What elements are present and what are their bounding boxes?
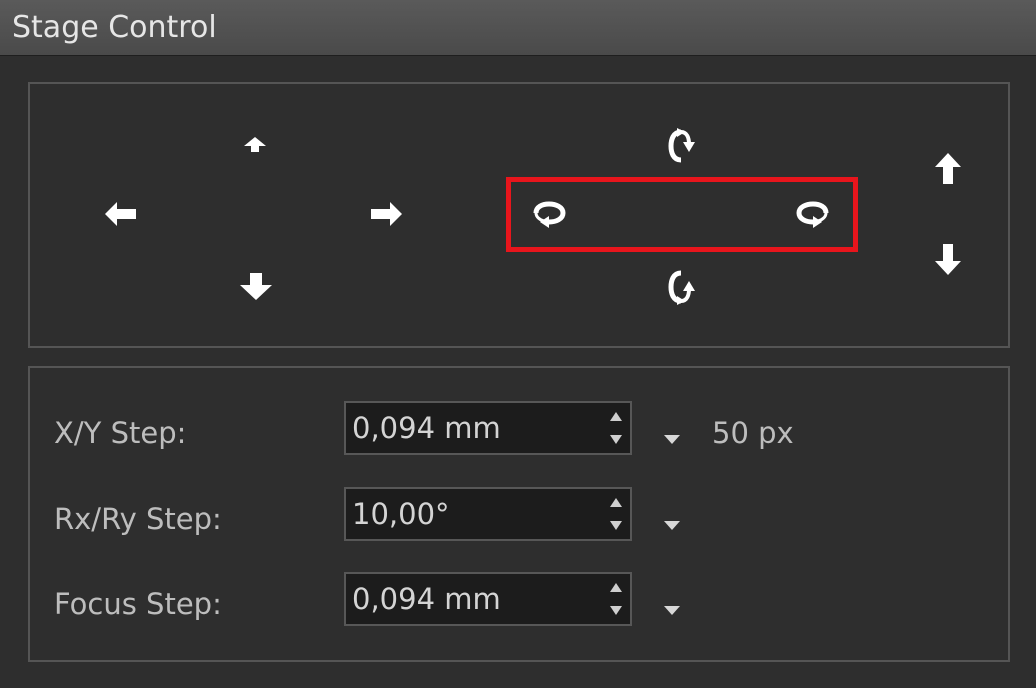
focus-up-button[interactable] bbox=[934, 152, 962, 186]
move-down-button[interactable] bbox=[238, 271, 274, 301]
rxry-step-spinbox[interactable]: 10,00° bbox=[344, 487, 632, 541]
rxry-step-dropdown-icon[interactable] bbox=[661, 518, 683, 532]
arrow-right-icon bbox=[371, 202, 402, 226]
spin-up-icon[interactable] bbox=[606, 578, 626, 598]
focus-down-button[interactable] bbox=[934, 242, 962, 276]
xy-step-pixel-value: 50 px bbox=[712, 416, 794, 450]
title-bar: Stage Control bbox=[0, 0, 1036, 56]
arrow-down-icon bbox=[240, 273, 272, 300]
move-up-button[interactable] bbox=[242, 136, 268, 154]
arrow-left-icon bbox=[105, 202, 136, 226]
rotate-ccw-vertical-icon bbox=[668, 270, 695, 305]
spin-down-icon[interactable] bbox=[606, 600, 626, 620]
move-right-button[interactable] bbox=[369, 201, 403, 227]
spin-up-icon[interactable] bbox=[606, 493, 626, 513]
xy-step-spinbox[interactable]: 0,094 mm bbox=[344, 401, 632, 455]
highlight-rectangle bbox=[506, 177, 858, 252]
focus-step-label: Focus Step: bbox=[54, 587, 222, 621]
arrow-up-icon bbox=[935, 153, 961, 184]
arrow-down-icon bbox=[935, 244, 961, 275]
stage-control-panel: Stage Control X/Y Step: 0,094 mm 50 px R… bbox=[0, 0, 1036, 688]
move-left-button[interactable] bbox=[104, 201, 138, 227]
focus-step-spinbox[interactable]: 0,094 mm bbox=[344, 572, 632, 626]
focus-step-dropdown-icon[interactable] bbox=[661, 603, 683, 617]
rxry-step-value[interactable]: 10,00° bbox=[352, 497, 450, 531]
spin-down-icon[interactable] bbox=[606, 429, 626, 449]
spin-down-icon[interactable] bbox=[606, 515, 626, 535]
window-title: Stage Control bbox=[12, 10, 217, 45]
spin-up-icon[interactable] bbox=[606, 407, 626, 427]
rotate-x-down-button[interactable] bbox=[665, 267, 697, 307]
rotate-cw-vertical-icon bbox=[668, 128, 695, 163]
rotate-x-up-button[interactable] bbox=[665, 126, 697, 166]
xy-step-value[interactable]: 0,094 mm bbox=[352, 411, 501, 445]
xy-step-dropdown-icon[interactable] bbox=[661, 432, 683, 446]
arrow-up-small-icon bbox=[244, 137, 266, 152]
xy-step-label: X/Y Step: bbox=[54, 416, 187, 450]
rxry-step-label: Rx/Ry Step: bbox=[54, 502, 222, 536]
focus-step-value[interactable]: 0,094 mm bbox=[352, 582, 501, 616]
